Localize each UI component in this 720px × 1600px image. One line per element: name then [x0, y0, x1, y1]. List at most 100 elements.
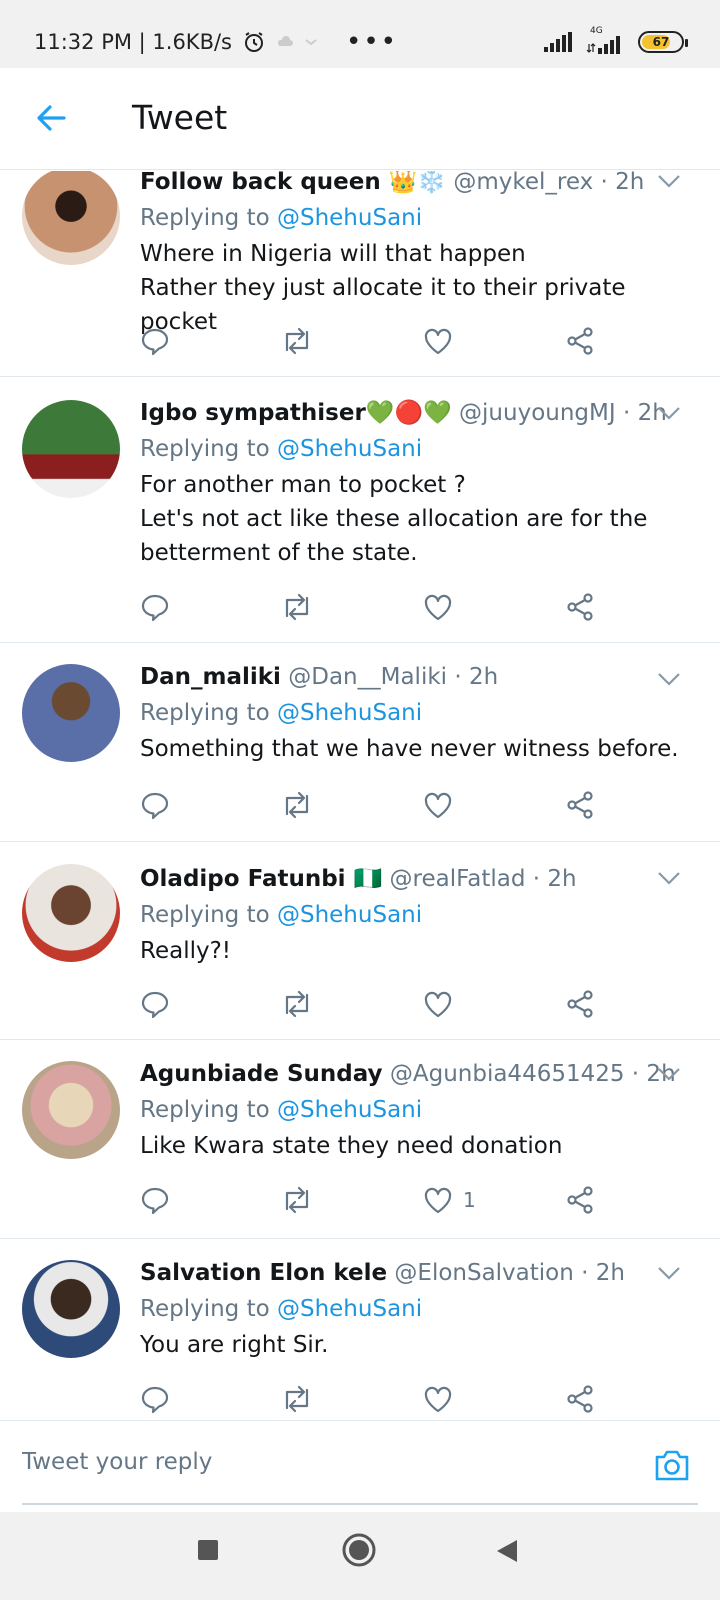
mention-link[interactable]: @ShehuSani — [277, 205, 422, 231]
reply-button[interactable] — [140, 788, 170, 822]
replying-prefix: Replying to — [140, 436, 277, 462]
square-icon[interactable] — [196, 1538, 220, 1562]
system-nav-bar — [0, 1512, 720, 1600]
retweet-button[interactable] — [280, 788, 314, 822]
mention-link[interactable]: @ShehuSani — [277, 902, 422, 928]
tweet-meta: Dan_maliki @Dan__Maliki · 2h — [140, 662, 700, 692]
like-button[interactable]: 1 — [423, 1183, 476, 1217]
retweet-icon — [285, 1186, 309, 1214]
display-name[interactable]: Agunbiade Sunday — [140, 1061, 383, 1087]
heart-icon — [424, 991, 452, 1018]
tweet-item[interactable]: Dan_maliki @Dan__Maliki · 2h Replying to… — [0, 643, 720, 842]
back-arrow-icon[interactable] — [34, 101, 68, 135]
heart-icon — [424, 1187, 452, 1214]
chevron-down-icon[interactable] — [656, 1265, 682, 1281]
retweet-button[interactable] — [280, 987, 314, 1021]
mention-link[interactable]: @ShehuSani — [277, 700, 422, 726]
network-indicator: 4G — [586, 26, 624, 54]
tweet-body: Dan_maliki @Dan__Maliki · 2h Replying to… — [140, 662, 700, 766]
tweet-item[interactable]: Oladipo Fatunbi 🇳🇬 @realFatlad · 2h Repl… — [0, 842, 720, 1040]
tweet-item[interactable]: Follow back queen 👑❄️ @mykel_rex · 2h Re… — [0, 171, 720, 377]
like-button[interactable] — [423, 324, 463, 358]
reply-button[interactable] — [140, 1183, 170, 1217]
retweet-button[interactable] — [280, 1183, 314, 1217]
mention-link[interactable]: @ShehuSani — [277, 1097, 422, 1123]
tweet-text: Like Kwara state they need donation — [140, 1133, 563, 1159]
retweet-button[interactable] — [280, 1382, 314, 1416]
like-button[interactable] — [423, 788, 463, 822]
heart-icon — [424, 792, 452, 819]
reply-icon — [141, 1187, 169, 1215]
replying-to: Replying to @ShehuSani — [140, 203, 700, 233]
tweet-meta: Oladipo Fatunbi 🇳🇬 @realFatlad · 2h — [140, 864, 700, 894]
camera-icon[interactable] — [652, 1445, 692, 1485]
display-name[interactable]: Oladipo Fatunbi 🇳🇬 — [140, 866, 382, 892]
share-icon — [567, 327, 593, 355]
retweet-icon — [285, 791, 309, 819]
avatar[interactable] — [22, 1260, 120, 1358]
heart-icon — [424, 594, 452, 621]
chevron-down-icon[interactable] — [656, 1066, 682, 1082]
share-button[interactable] — [565, 1382, 595, 1416]
display-name[interactable]: Follow back queen 👑❄️ — [140, 171, 446, 195]
avatar[interactable] — [22, 171, 120, 265]
share-button[interactable] — [565, 987, 595, 1021]
avatar[interactable] — [22, 1061, 120, 1159]
share-button[interactable] — [565, 324, 595, 358]
display-name[interactable]: Igbo sympathiser💚🔴💚 — [140, 400, 452, 426]
tweet-meta: Agunbiade Sunday @Agunbia44651425 · 2h — [140, 1059, 700, 1089]
avatar[interactable] — [22, 400, 120, 498]
reply-button[interactable] — [140, 324, 170, 358]
share-button[interactable] — [565, 1183, 595, 1217]
share-button[interactable] — [565, 788, 595, 822]
chevron-down-icon[interactable] — [656, 405, 682, 421]
tweet-text: You are right Sir. — [140, 1332, 329, 1358]
heart-icon — [424, 328, 452, 355]
header: Tweet — [0, 68, 720, 170]
display-name[interactable]: Dan_maliki — [140, 664, 281, 690]
tweet-actions — [140, 1382, 610, 1416]
chevron-down-icon[interactable] — [656, 173, 682, 189]
replying-to: Replying to @ShehuSani — [140, 900, 700, 930]
mention-link[interactable]: @ShehuSani — [277, 436, 422, 462]
triangle-back-icon[interactable] — [495, 1538, 519, 1564]
reply-icon — [141, 991, 169, 1019]
share-button[interactable] — [565, 590, 595, 624]
alarm-icon — [245, 32, 263, 52]
more-dots-icon: ••• — [346, 27, 399, 57]
replying-prefix: Replying to — [140, 700, 277, 726]
tweet-body: Agunbiade Sunday @Agunbia44651425 · 2h R… — [140, 1059, 700, 1163]
reply-input[interactable] — [22, 1449, 582, 1475]
like-button[interactable] — [423, 590, 463, 624]
avatar[interactable] — [22, 664, 120, 762]
circle-icon[interactable] — [341, 1532, 377, 1568]
battery-level: 67 — [652, 35, 670, 49]
mention-link[interactable]: @ShehuSani — [277, 1296, 422, 1322]
tweet-item[interactable]: Agunbiade Sunday @Agunbia44651425 · 2h R… — [0, 1040, 720, 1239]
tweet-item[interactable]: Salvation Elon kele @ElonSalvation · 2h … — [0, 1239, 720, 1419]
replying-to: Replying to @ShehuSani — [140, 698, 700, 728]
reply-feed[interactable]: Follow back queen 👑❄️ @mykel_rex · 2h Re… — [0, 171, 720, 1419]
like-button[interactable] — [423, 1382, 463, 1416]
share-icon — [567, 791, 593, 819]
tweet-actions — [140, 987, 610, 1021]
replying-to: Replying to @ShehuSani — [140, 434, 700, 464]
tweet-actions — [140, 324, 610, 358]
reply-button[interactable] — [140, 987, 170, 1021]
display-name[interactable]: Salvation Elon kele — [140, 1260, 387, 1286]
tweet-text: For another man to pocket ? Let's not ac… — [140, 472, 648, 566]
reply-button[interactable] — [140, 1382, 170, 1416]
reply-button[interactable] — [140, 590, 170, 624]
handle-time: @Agunbia44651425 · 2h — [389, 1061, 676, 1087]
signal-4g-icon — [586, 36, 620, 54]
retweet-button[interactable] — [280, 590, 314, 624]
like-button[interactable] — [423, 987, 463, 1021]
share-icon — [567, 593, 593, 621]
battery-icon: 67 — [638, 31, 688, 53]
tweet-item[interactable]: Igbo sympathiser💚🔴💚 @juuyoungMJ · 2h Rep… — [0, 377, 720, 643]
chevron-down-icon[interactable] — [656, 870, 682, 886]
avatar[interactable] — [22, 864, 120, 962]
retweet-button[interactable] — [280, 324, 314, 358]
chevron-down-icon[interactable] — [656, 671, 682, 687]
reply-icon — [141, 1386, 169, 1414]
